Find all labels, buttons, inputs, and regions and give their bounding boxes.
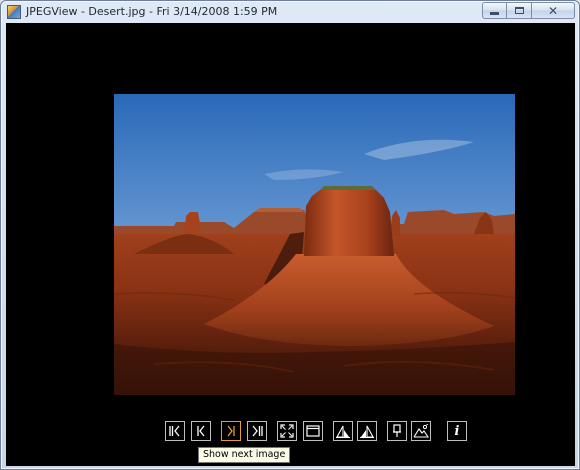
- window-mode-button[interactable]: [303, 421, 323, 441]
- landscape-enhance-icon: [413, 424, 429, 438]
- desert-landscape-photo: [114, 94, 515, 395]
- rotate-left-icon: [336, 425, 350, 438]
- photo-drawing: [114, 94, 515, 395]
- app-window: JPEGView - Desert.jpg - Fri 3/14/2008 1:…: [0, 0, 580, 470]
- first-image-icon: [169, 425, 180, 437]
- last-image-button[interactable]: [247, 421, 267, 441]
- maximize-button[interactable]: [507, 2, 532, 19]
- navigation-toolbar: i: [165, 421, 467, 443]
- previous-image-button[interactable]: [191, 421, 211, 441]
- info-icon: i: [454, 423, 460, 439]
- rotate-left-button[interactable]: [333, 421, 353, 441]
- close-icon: ✕: [547, 3, 559, 18]
- rotate-right-button[interactable]: [357, 421, 377, 441]
- next-image-button[interactable]: [221, 421, 241, 441]
- fit-to-screen-icon: [280, 424, 294, 438]
- close-button[interactable]: ✕: [532, 2, 575, 19]
- rotate-right-icon: [360, 425, 374, 438]
- keep-parameters-icon: [393, 424, 401, 437]
- window-controls: ✕: [482, 2, 575, 20]
- image-viewer-area[interactable]: i: [6, 23, 575, 466]
- minimize-icon: [490, 12, 499, 15]
- previous-image-icon: [197, 425, 205, 437]
- info-button[interactable]: i: [447, 421, 467, 441]
- last-image-icon: [252, 425, 263, 437]
- window-mode-icon: [306, 425, 320, 437]
- jpegview-app-icon[interactable]: [7, 5, 21, 19]
- minimize-button[interactable]: [482, 2, 507, 19]
- maximize-icon: [514, 7, 524, 14]
- fit-to-screen-button[interactable]: [277, 421, 297, 441]
- landscape-enhance-button[interactable]: [411, 421, 431, 441]
- keep-parameters-button[interactable]: [387, 421, 407, 441]
- title-bar[interactable]: JPEGView - Desert.jpg - Fri 3/14/2008 1:…: [1, 1, 579, 23]
- next-image-icon: [227, 425, 235, 437]
- first-image-button[interactable]: [165, 421, 185, 441]
- tooltip: Show next image: [198, 447, 291, 463]
- window-title: JPEGView - Desert.jpg - Fri 3/14/2008 1:…: [26, 5, 278, 18]
